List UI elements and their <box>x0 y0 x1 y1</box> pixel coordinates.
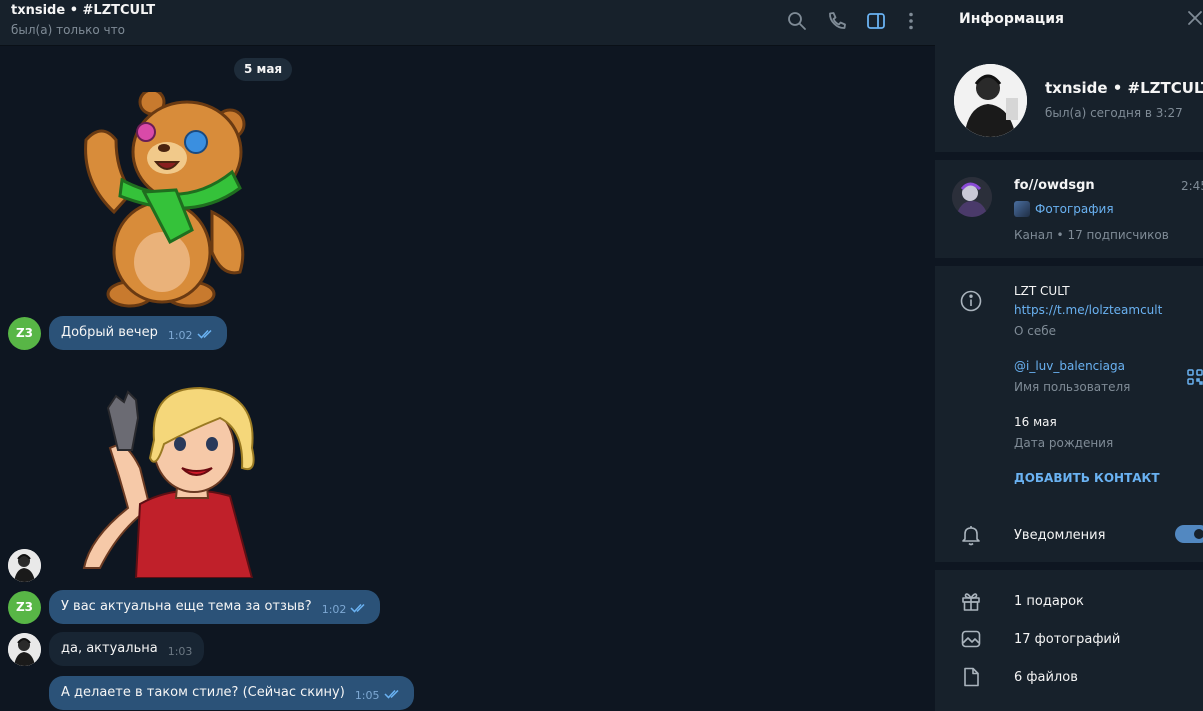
sender-avatar[interactable]: Z3 <box>8 591 41 624</box>
profile-last-seen: был(а) сегодня в 3:27 <box>1045 106 1183 120</box>
search-icon[interactable] <box>786 10 808 32</box>
message-bubble[interactable]: да, актуальна 1:03 <box>49 632 205 666</box>
birthday-label: Дата рождения <box>1014 436 1114 450</box>
read-checkmarks-icon <box>383 689 402 699</box>
channel-subtitle: Канал • 17 подписчиков <box>1014 228 1169 242</box>
chat-area: txnside • #LZTCULT был(а) только что 5 м… <box>0 0 935 711</box>
read-checkmarks-icon <box>197 329 215 339</box>
sender-avatar[interactable]: Z3 <box>8 317 41 350</box>
channel-avatar[interactable] <box>952 177 992 217</box>
bell-icon <box>959 523 983 547</box>
about-label: О себе <box>1014 324 1057 338</box>
channel-last-post[interactable]: Фотография <box>1035 202 1114 216</box>
media-photos[interactable]: 17 фотографий <box>1014 632 1120 647</box>
message-text: да, актуальна <box>61 641 158 656</box>
read-checkmarks-icon <box>350 603 368 613</box>
message-text: А делаете в таком стиле? (Сейчас скину) <box>61 685 345 700</box>
chat-title[interactable]: txnside • #LZTCULT <box>11 3 155 18</box>
message-bubble[interactable]: У вас актуальна еще тема за отзыв? 1:02 <box>49 590 381 624</box>
about-text: LZT CULT <box>1014 284 1070 298</box>
contact-avatar[interactable] <box>8 633 41 666</box>
channel-post-time: 2:45 <box>1181 179 1203 193</box>
more-vertical-icon[interactable] <box>900 10 922 32</box>
channel-post-thumbnail <box>1014 201 1030 217</box>
sidebar-toggle-icon[interactable] <box>865 10 887 32</box>
username-value[interactable]: @i_luv_balenciaga <box>1014 359 1125 373</box>
file-icon <box>959 665 983 689</box>
message-time: 1:02 <box>167 329 193 342</box>
date-divider: 5 мая <box>234 58 293 81</box>
close-icon[interactable] <box>1186 8 1203 28</box>
notifications-label: Уведомления <box>1014 528 1106 543</box>
message-time: 1:03 <box>167 645 193 658</box>
channel-name[interactable]: fo//owdsgn <box>1014 178 1095 193</box>
profile-avatar[interactable] <box>954 64 1027 137</box>
media-files[interactable]: 6 файлов <box>1014 670 1078 685</box>
qr-code-icon[interactable] <box>1187 368 1203 386</box>
birthday-value: 16 мая <box>1014 415 1057 429</box>
profile-name: txnside • #LZTCULT <box>1045 79 1203 97</box>
info-panel: Информация txnside • #LZTCULT был(а) сег… <box>935 0 1203 711</box>
info-icon <box>959 289 983 313</box>
message-bubble[interactable]: А делаете в таком стиле? (Сейчас скину) 1… <box>49 676 414 710</box>
section-divider <box>935 562 1203 570</box>
contact-avatar[interactable] <box>8 549 41 582</box>
chat-status: был(а) только что <box>11 23 125 37</box>
about-link[interactable]: https://t.me/lolzteamcult <box>1014 303 1162 317</box>
username-label: Имя пользователя <box>1014 380 1131 394</box>
notifications-toggle[interactable] <box>1175 525 1203 543</box>
section-divider <box>935 152 1203 160</box>
toggle-knob <box>1192 527 1203 541</box>
photo-icon <box>959 627 983 651</box>
chat-header: txnside • #LZTCULT был(а) только что <box>0 0 935 46</box>
section-divider <box>935 258 1203 266</box>
message-time: 1:05 <box>354 689 380 702</box>
teddy-bear-sticker[interactable] <box>72 88 262 312</box>
add-contact-button[interactable]: ДОБАВИТЬ КОНТАКТ <box>1014 471 1160 485</box>
phone-icon[interactable] <box>826 10 848 32</box>
message-bubble[interactable]: Добрый вечер 1:02 <box>49 316 227 350</box>
message-text: Добрый вечер <box>61 325 158 340</box>
message-time: 1:02 <box>321 603 347 616</box>
message-text: У вас актуальна еще тема за отзыв? <box>61 599 312 614</box>
gift-icon <box>959 589 983 613</box>
info-panel-title: Информация <box>959 11 1064 27</box>
media-gifts[interactable]: 1 подарок <box>1014 594 1084 609</box>
woman-waving-sticker[interactable] <box>80 378 270 579</box>
